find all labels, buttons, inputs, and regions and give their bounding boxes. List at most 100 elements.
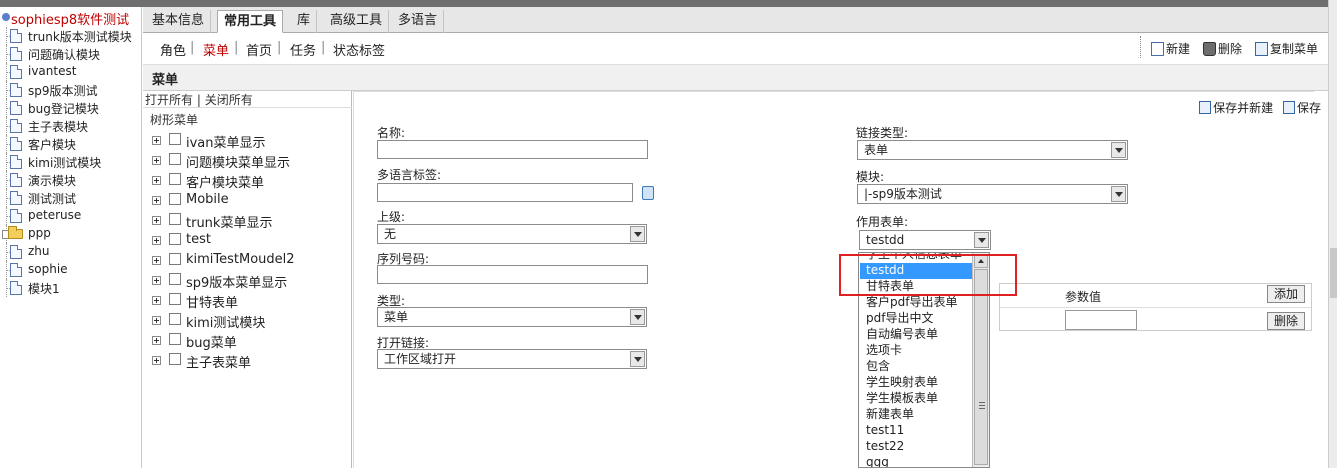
lang-input[interactable]: [377, 183, 633, 202]
expand-plus-icon[interactable]: [152, 236, 161, 245]
module-tree-item[interactable]: zhu: [0, 243, 141, 261]
save-and-new-button[interactable]: 保存并新建: [1199, 101, 1273, 115]
dropdown-option[interactable]: 学生个人信息表单: [860, 253, 972, 263]
tab-library[interactable]: 库: [291, 10, 318, 33]
tab-advanced-tools[interactable]: 高级工具: [324, 10, 390, 33]
open-all-link[interactable]: 打开所有: [145, 93, 193, 107]
form-select[interactable]: testdd: [859, 230, 991, 250]
name-input[interactable]: [377, 140, 648, 159]
tree-root[interactable]: sophiesp8软件测试: [0, 7, 141, 28]
delete-button[interactable]: 删除: [1203, 40, 1242, 57]
open-link-select[interactable]: 工作区域打开: [377, 349, 647, 369]
node-checkbox[interactable]: [169, 233, 181, 245]
node-checkbox[interactable]: [169, 213, 181, 225]
save-button[interactable]: 保存: [1282, 101, 1321, 115]
node-checkbox[interactable]: [169, 193, 181, 205]
dropdown-option[interactable]: 新建表单: [860, 407, 972, 423]
subnav-task[interactable]: 任务: [290, 40, 316, 59]
expand-plus-icon[interactable]: [152, 316, 161, 325]
page-scrollbar[interactable]: [1328, 0, 1337, 468]
node-checkbox[interactable]: [169, 173, 181, 185]
dropdown-option[interactable]: 包含: [860, 359, 972, 375]
node-checkbox[interactable]: [169, 353, 181, 365]
module-tree-item[interactable]: 主子表模块: [0, 117, 141, 135]
dropdown-option[interactable]: 学生映射表单: [860, 375, 972, 391]
dropdown-option[interactable]: 选项卡: [860, 343, 972, 359]
expand-plus-icon[interactable]: [152, 136, 161, 145]
page-scroll-thumb[interactable]: [1330, 248, 1337, 298]
dropdown-option[interactable]: test22: [860, 439, 972, 455]
close-all-link[interactable]: 关闭所有: [205, 93, 253, 107]
module-tree-item-label: trunk版本测试模块: [28, 30, 132, 44]
expand-plus-icon[interactable]: [152, 156, 161, 165]
link-type-select[interactable]: 表单: [857, 140, 1128, 160]
dropdown-option[interactable]: 学生模板表单: [860, 391, 972, 407]
seq-input[interactable]: [377, 265, 648, 284]
expand-plus-icon[interactable]: [152, 196, 161, 205]
type-select[interactable]: 菜单: [377, 307, 647, 327]
node-checkbox[interactable]: [169, 253, 181, 265]
tab-common-tools[interactable]: 常用工具: [217, 10, 284, 33]
parent-select[interactable]: 无: [377, 224, 647, 244]
dropdown-option[interactable]: 客户pdf导出表单: [860, 295, 972, 311]
translate-icon[interactable]: [642, 186, 654, 200]
module-tree-item[interactable]: 问题确认模块: [0, 45, 141, 63]
expand-plus-icon[interactable]: [152, 336, 161, 345]
subnav-home[interactable]: 首页: [246, 40, 272, 59]
scroll-up-icon[interactable]: [974, 254, 988, 268]
param-value-input[interactable]: [1065, 310, 1137, 330]
subnav-separator: |: [234, 40, 239, 55]
node-checkbox[interactable]: [169, 273, 181, 285]
expand-plus-icon[interactable]: [152, 296, 161, 305]
copy-menu-button[interactable]: 复制菜单: [1255, 40, 1318, 57]
subnav-role[interactable]: 角色: [160, 40, 186, 59]
expand-plus-icon[interactable]: [152, 356, 161, 365]
delete-param-button[interactable]: 删除: [1267, 312, 1306, 330]
module-tree-item[interactable]: sp9版本测试: [0, 81, 141, 99]
expand-plus-icon[interactable]: [152, 276, 161, 285]
module-tree-item[interactable]: 模块1: [0, 279, 141, 297]
save-label: 保存: [1296, 101, 1321, 115]
module-tree-item[interactable]: sophie: [0, 261, 141, 279]
module-tree-item[interactable]: trunk版本测试模块: [0, 27, 141, 45]
module-tree-item[interactable]: 演示模块: [0, 171, 141, 189]
node-checkbox[interactable]: [169, 293, 181, 305]
chevron-down-icon: [630, 309, 645, 325]
form-dropdown-list[interactable]: 学生个人信息表单 testdd 甘特表单 客户pdf导出表单 pdf导出中文 自动编号表单…: [858, 252, 990, 468]
dropdown-option[interactable]: pdf导出中文: [860, 311, 972, 327]
module-select[interactable]: |-sp9版本测试: [857, 184, 1128, 204]
dropdown-option[interactable]: 自动编号表单: [860, 327, 972, 343]
subnav-status-tag[interactable]: 状态标签: [333, 40, 385, 59]
module-tree-item[interactable]: 测试测试: [0, 189, 141, 207]
expand-plus-icon[interactable]: [152, 256, 161, 265]
module-tree-item[interactable]: bug登记模块: [0, 99, 141, 117]
expand-plus-icon[interactable]: [152, 176, 161, 185]
tab-multilang[interactable]: 多语言: [392, 10, 445, 33]
module-tree-item-label: bug登记模块: [28, 102, 99, 116]
new-button[interactable]: 新建: [1151, 40, 1190, 57]
node-checkbox[interactable]: [169, 133, 181, 145]
scroll-thumb[interactable]: [974, 269, 988, 465]
subnav-menu[interactable]: 菜单: [203, 40, 229, 59]
node-checkbox[interactable]: [169, 153, 181, 165]
dropdown-scrollbar[interactable]: [972, 253, 989, 467]
dropdown-option[interactable]: 甘特表单: [860, 279, 972, 295]
expand-plus-icon[interactable]: [152, 216, 161, 225]
module-tree-item[interactable]: ppp: [0, 225, 141, 243]
node-checkbox[interactable]: [169, 313, 181, 325]
folder-icon: [8, 226, 23, 239]
module-tree-item[interactable]: kimi测试模块: [0, 153, 141, 171]
module-tree-item[interactable]: peteruse: [0, 207, 141, 225]
dropdown-option[interactable]: testdd: [860, 263, 972, 279]
module-tree-item[interactable]: 客户模块: [0, 135, 141, 153]
node-checkbox[interactable]: [169, 333, 181, 345]
dropdown-option[interactable]: ggg: [860, 455, 972, 467]
link-type-value: 表单: [864, 143, 889, 157]
parent-label: 上级:: [377, 210, 406, 224]
menu-tree-node-label: 主子表菜单: [186, 356, 252, 371]
module-tree-item[interactable]: ivantest: [0, 63, 141, 81]
add-param-button[interactable]: 添加: [1267, 285, 1306, 303]
tab-basic-info[interactable]: 基本信息: [146, 10, 212, 33]
dropdown-option[interactable]: test11: [860, 423, 972, 439]
document-icon: [10, 281, 22, 295]
